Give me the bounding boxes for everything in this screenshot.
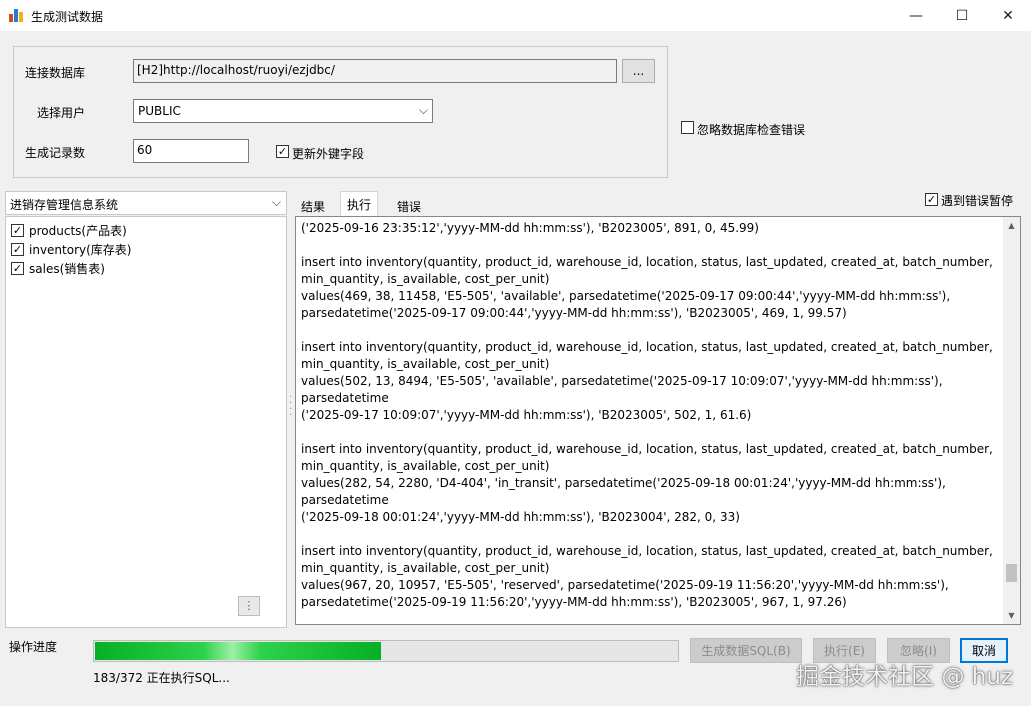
- table-tree: ✓ products(产品表) ✓ inventory(库存表) ✓ sales…: [5, 216, 287, 628]
- update-fk-label: 更新外键字段: [292, 147, 365, 161]
- scroll-down-icon[interactable]: ▼: [1003, 607, 1020, 624]
- system-select[interactable]: 进销存管理信息系统 ⌵: [5, 191, 287, 215]
- user-label: 选择用户: [37, 106, 86, 120]
- update-fk-checkbox[interactable]: ✓: [276, 145, 289, 158]
- chevron-down-icon: ⌵: [418, 103, 428, 117]
- progress-fill: [95, 642, 381, 660]
- pause-on-error-label: 遇到错误暂停: [941, 194, 1014, 208]
- tree-item-checkbox[interactable]: ✓: [11, 224, 24, 237]
- window-title: 生成测试数据: [31, 10, 104, 24]
- record-count-input[interactable]: 60: [133, 139, 249, 163]
- progress-bar: [93, 640, 679, 662]
- tab-errors[interactable]: 错误: [390, 193, 428, 216]
- tree-item-sales[interactable]: ✓ sales(销售表): [11, 260, 105, 277]
- user-select-value: PUBLIC: [138, 104, 181, 118]
- scroll-up-icon[interactable]: ▲: [1003, 217, 1020, 234]
- tab-results[interactable]: 结果: [294, 193, 332, 216]
- db-url-field[interactable]: [H2]http://localhost/ruoyi/ezjdbc/: [133, 59, 617, 83]
- tree-item-inventory[interactable]: ✓ inventory(库存表): [11, 241, 131, 258]
- progress-label: 操作进度: [9, 640, 58, 654]
- generate-sql-button[interactable]: 生成数据SQL(B): [690, 638, 802, 663]
- system-select-value: 进销存管理信息系统: [10, 198, 119, 212]
- grip-icon[interactable]: ⋮: [238, 596, 260, 616]
- sql-output-text: ('2025-09-16 23:35:12','yyyy-MM-dd hh:mm…: [301, 221, 993, 609]
- close-button[interactable]: ✕: [985, 0, 1031, 31]
- tree-item-label: products(产品表): [29, 224, 127, 238]
- tab-execute[interactable]: 执行: [340, 191, 379, 217]
- tree-item-checkbox[interactable]: ✓: [11, 262, 24, 275]
- db-label: 连接数据库: [25, 66, 86, 80]
- scrollbar-thumb[interactable]: [1006, 564, 1017, 582]
- app-icon: [9, 8, 23, 22]
- maximize-button[interactable]: ☐: [939, 0, 985, 31]
- watermark: 掘金技术社区 @ huz: [796, 664, 1013, 690]
- tree-item-label: inventory(库存表): [29, 243, 132, 257]
- tree-item-label: sales(销售表): [29, 262, 105, 276]
- sql-output-panel[interactable]: ('2025-09-16 23:35:12','yyyy-MM-dd hh:mm…: [295, 216, 1021, 625]
- browse-db-button[interactable]: ...: [622, 59, 655, 83]
- user-select[interactable]: PUBLIC ⌵: [133, 99, 433, 123]
- minimize-button[interactable]: —: [893, 0, 939, 31]
- chevron-down-icon: ⌵: [271, 195, 281, 209]
- tree-item-checkbox[interactable]: ✓: [11, 243, 24, 256]
- output-scrollbar[interactable]: ▲ ▼: [1003, 217, 1020, 624]
- tree-item-products[interactable]: ✓ products(产品表): [11, 222, 127, 239]
- record-count-label: 生成记录数: [25, 146, 86, 160]
- ignore-check-checkbox[interactable]: [681, 121, 694, 134]
- ignore-check-label: 忽略数据库检查错误: [697, 123, 806, 137]
- title-bar: [0, 0, 1031, 31]
- pause-on-error-checkbox[interactable]: ✓: [925, 193, 938, 206]
- splitter-handle[interactable]: · · · ·: [289, 393, 292, 421]
- progress-status: 183/372 正在执行SQL...: [93, 671, 230, 685]
